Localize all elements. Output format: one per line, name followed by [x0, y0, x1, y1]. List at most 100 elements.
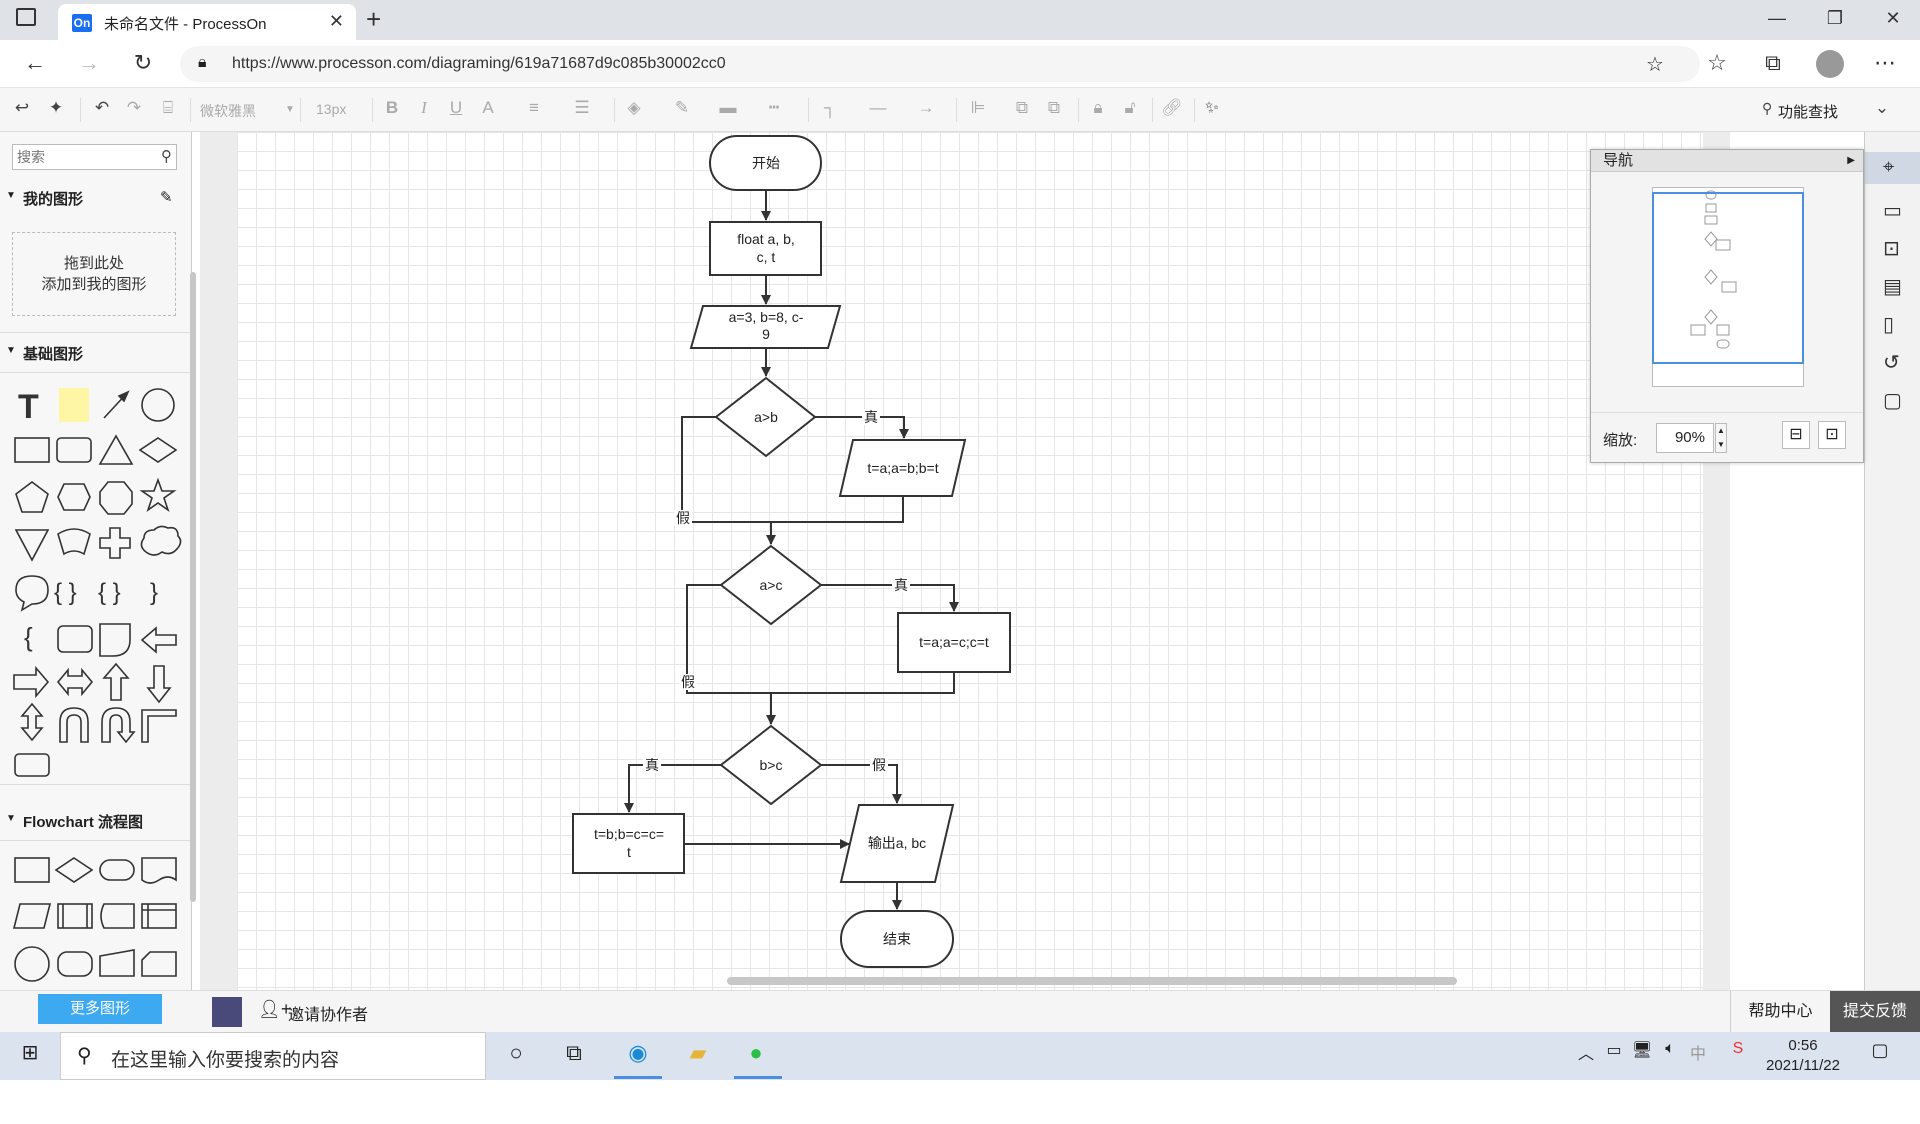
refresh-icon[interactable]: ↻: [128, 50, 158, 76]
add-favorite-icon[interactable]: ☆: [1646, 52, 1664, 77]
notification-icon[interactable]: ▢: [1862, 1040, 1898, 1072]
collapse-toolbar-icon[interactable]: ⌄: [1870, 98, 1894, 118]
line-width-icon[interactable]: ▬: [716, 98, 740, 118]
text-color-icon[interactable]: A: [476, 98, 500, 118]
cond3-label: b>c: [760, 757, 783, 773]
fill-color-icon[interactable]: ◈: [622, 98, 646, 118]
minimize-icon[interactable]: —: [1762, 8, 1792, 29]
lock-icon[interactable]: 🔒︎: [198, 54, 207, 72]
bold-icon[interactable]: B: [380, 98, 404, 118]
submit-feedback-button[interactable]: 提交反馈: [1830, 991, 1920, 1033]
collections-icon[interactable]: ⧉: [1758, 50, 1788, 76]
font-family-select[interactable]: 微软雅黑: [200, 101, 290, 121]
search-icon[interactable]: ⚲: [1762, 100, 1772, 117]
edge-browser-icon[interactable]: ◉: [620, 1040, 656, 1072]
favorites-icon[interactable]: ☆: [1702, 50, 1732, 76]
windows-start-icon[interactable]: ⊞: [12, 1040, 48, 1072]
new-tab-icon[interactable]: +: [366, 4, 381, 35]
navigator-title: 导航: [1603, 152, 1634, 169]
page-settings-icon[interactable]: ▤: [1883, 274, 1902, 299]
undo-icon[interactable]: ↶: [90, 98, 114, 118]
collapse-arrow-icon[interactable]: ▶: [1847, 150, 1855, 172]
magic-wand-icon[interactable]: ✨︎: [1200, 98, 1224, 118]
task-view-icon[interactable]: ⧉: [556, 1040, 592, 1072]
browser-tab[interactable]: On 未命名文件 - ProcessOn ✕: [58, 4, 356, 40]
unlock-shape-icon[interactable]: 🔓︎: [1118, 98, 1142, 118]
crop-page-icon[interactable]: ⊡: [1883, 236, 1900, 261]
navigator-panel[interactable]: 导航 ▶ 缩放: 90% ▲ ▼ ⊟ ⊡: [1590, 149, 1864, 463]
invite-collaborators-button[interactable]: 邀请协作者: [288, 1001, 368, 1025]
line-start-icon[interactable]: —: [866, 98, 890, 118]
line-color-icon[interactable]: ✎: [670, 98, 694, 118]
taskbar-search-box[interactable]: ⚲ 在这里输入你要搜索的内容: [60, 1032, 486, 1080]
connector-line: [815, 416, 909, 439]
line-end-icon[interactable]: →: [914, 98, 938, 118]
italic-icon[interactable]: I: [412, 98, 436, 118]
user-avatar[interactable]: [212, 997, 242, 1027]
navigator-header[interactable]: 导航 ▶: [1591, 150, 1863, 172]
more-shapes-button[interactable]: 更多图形: [38, 994, 162, 1024]
link-icon[interactable]: 🔗︎: [1160, 98, 1184, 118]
send-back-icon[interactable]: ⧉: [1042, 98, 1066, 118]
restore-icon[interactable]: ❐: [1820, 8, 1850, 29]
false-label-1: 假: [676, 510, 690, 526]
add-user-icon[interactable]: 👤︎+: [258, 999, 291, 1020]
help-center-button[interactable]: 帮助中心: [1730, 991, 1830, 1033]
taskbar-clock[interactable]: 0:56 2021/11/22: [1763, 1036, 1843, 1076]
tab-close-icon[interactable]: ✕: [329, 11, 344, 32]
file-explorer-icon[interactable]: ▰: [680, 1040, 716, 1072]
navigator-icon[interactable]: ⌖: [1883, 156, 1894, 179]
align-icon[interactable]: ≡: [522, 98, 546, 118]
close-window-icon[interactable]: ✕: [1878, 8, 1908, 29]
redo-icon[interactable]: ↷: [122, 98, 146, 118]
ime-indicator[interactable]: 中: [1680, 1040, 1716, 1072]
toolbar-divider: [190, 98, 191, 122]
line-style-icon[interactable]: ┅: [762, 98, 786, 118]
url-box[interactable]: 🔒︎ https://www.processon.com/diagraming/…: [180, 46, 1700, 82]
comment-icon[interactable]: ▢: [1883, 388, 1902, 413]
cond2-label: a>c: [760, 577, 783, 593]
connector-type-icon[interactable]: ┐: [818, 98, 842, 118]
forward-icon[interactable]: →: [74, 50, 104, 76]
chevron-down-icon: ▼: [285, 104, 295, 115]
bring-front-icon[interactable]: ⧉: [1010, 98, 1034, 118]
fit-screen-icon[interactable]: ⊡: [1818, 421, 1846, 449]
cortana-icon[interactable]: ○: [498, 1040, 534, 1072]
bottom-bar: 更多图形 👤︎+ 邀请协作者 帮助中心 提交反馈: [0, 990, 1920, 1033]
declare-label-line1: float a, b,: [737, 231, 795, 247]
input-label-line1: a=3, b=8, c-: [729, 309, 804, 325]
more-icon[interactable]: ⋯: [1870, 50, 1900, 76]
arrange-align-icon[interactable]: ⊫: [966, 98, 990, 118]
zoom-input[interactable]: 90%: [1656, 423, 1714, 453]
connector-line: [766, 496, 904, 545]
zoom-stepper[interactable]: ▲ ▼: [1715, 423, 1727, 453]
underline-icon[interactable]: U: [444, 98, 468, 118]
toolbar-divider: [372, 98, 373, 122]
processon-favicon-icon: On: [72, 14, 92, 32]
tab-actions-icon[interactable]: [16, 8, 36, 26]
start-label: 开始: [752, 155, 780, 171]
sogou-input-icon[interactable]: S: [1720, 1040, 1756, 1072]
font-size-select[interactable]: 13px: [316, 101, 346, 117]
feature-search-button[interactable]: 功能查找: [1778, 101, 1838, 122]
shape-data-icon[interactable]: ▭: [1883, 198, 1902, 223]
back-to-files-icon[interactable]: ↩: [10, 98, 34, 118]
profile-avatar[interactable]: [1816, 50, 1844, 78]
presentation-icon[interactable]: ⊟: [1782, 421, 1810, 449]
lock-shape-icon[interactable]: 🔒︎: [1086, 98, 1110, 118]
false-label-2: 假: [681, 674, 695, 690]
wechat-icon[interactable]: ●: [738, 1040, 774, 1072]
tab-title: 未命名文件 - ProcessOn: [104, 16, 267, 33]
toolbar-divider: [808, 98, 809, 122]
document-icon[interactable]: ▯: [1883, 312, 1894, 337]
back-icon[interactable]: ←: [20, 50, 50, 76]
history-icon[interactable]: ↺: [1883, 350, 1900, 375]
style-icon[interactable]: ✦: [44, 98, 68, 118]
line-spacing-icon[interactable]: ☰: [570, 98, 594, 118]
input-label-line2: 9: [762, 326, 770, 342]
swap1-label: t=a;a=b;b=t: [867, 460, 938, 476]
end-label: 结束: [883, 931, 911, 947]
format-painter-icon[interactable]: ⌸: [156, 98, 180, 118]
navigator-viewport[interactable]: [1652, 192, 1804, 364]
connector-line: [766, 672, 955, 725]
